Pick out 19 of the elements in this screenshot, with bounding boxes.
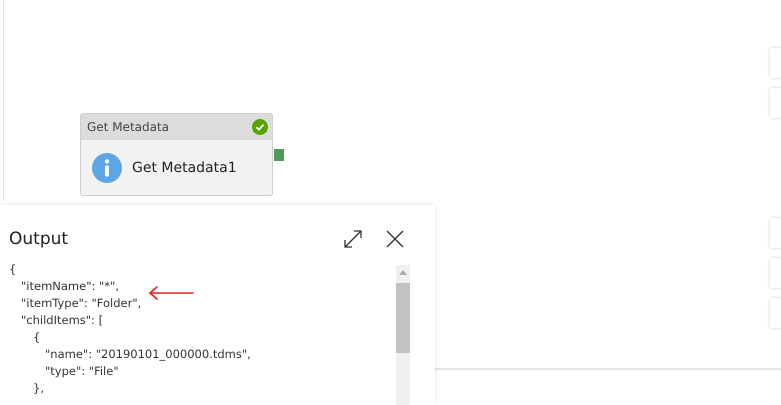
code-line: { [33, 329, 40, 346]
code-line: "itemType": "Folder", [21, 295, 142, 312]
annotation-arrow [148, 286, 194, 300]
code-line: "name": "20190101_000000.tdms", [45, 346, 251, 363]
scroll-up-icon[interactable] [399, 270, 407, 275]
output-port[interactable] [274, 149, 284, 161]
code-line: }, [33, 380, 44, 397]
code-line: { [9, 261, 16, 278]
expand-icon[interactable] [343, 229, 363, 249]
scrollbar[interactable] [396, 265, 410, 405]
close-icon[interactable] [385, 229, 405, 249]
code-line: "childItems": [ [21, 312, 104, 329]
activity-node[interactable]: Get Metadata Get Metadata1 [80, 113, 273, 196]
activity-name: Get Metadata1 [132, 160, 237, 176]
code-line: "itemName": "*", [21, 278, 120, 295]
info-icon [92, 153, 122, 183]
activity-type: Get Metadata [87, 120, 170, 134]
panel-title: Output [9, 229, 70, 249]
code-line: "type": "File" [45, 363, 119, 380]
